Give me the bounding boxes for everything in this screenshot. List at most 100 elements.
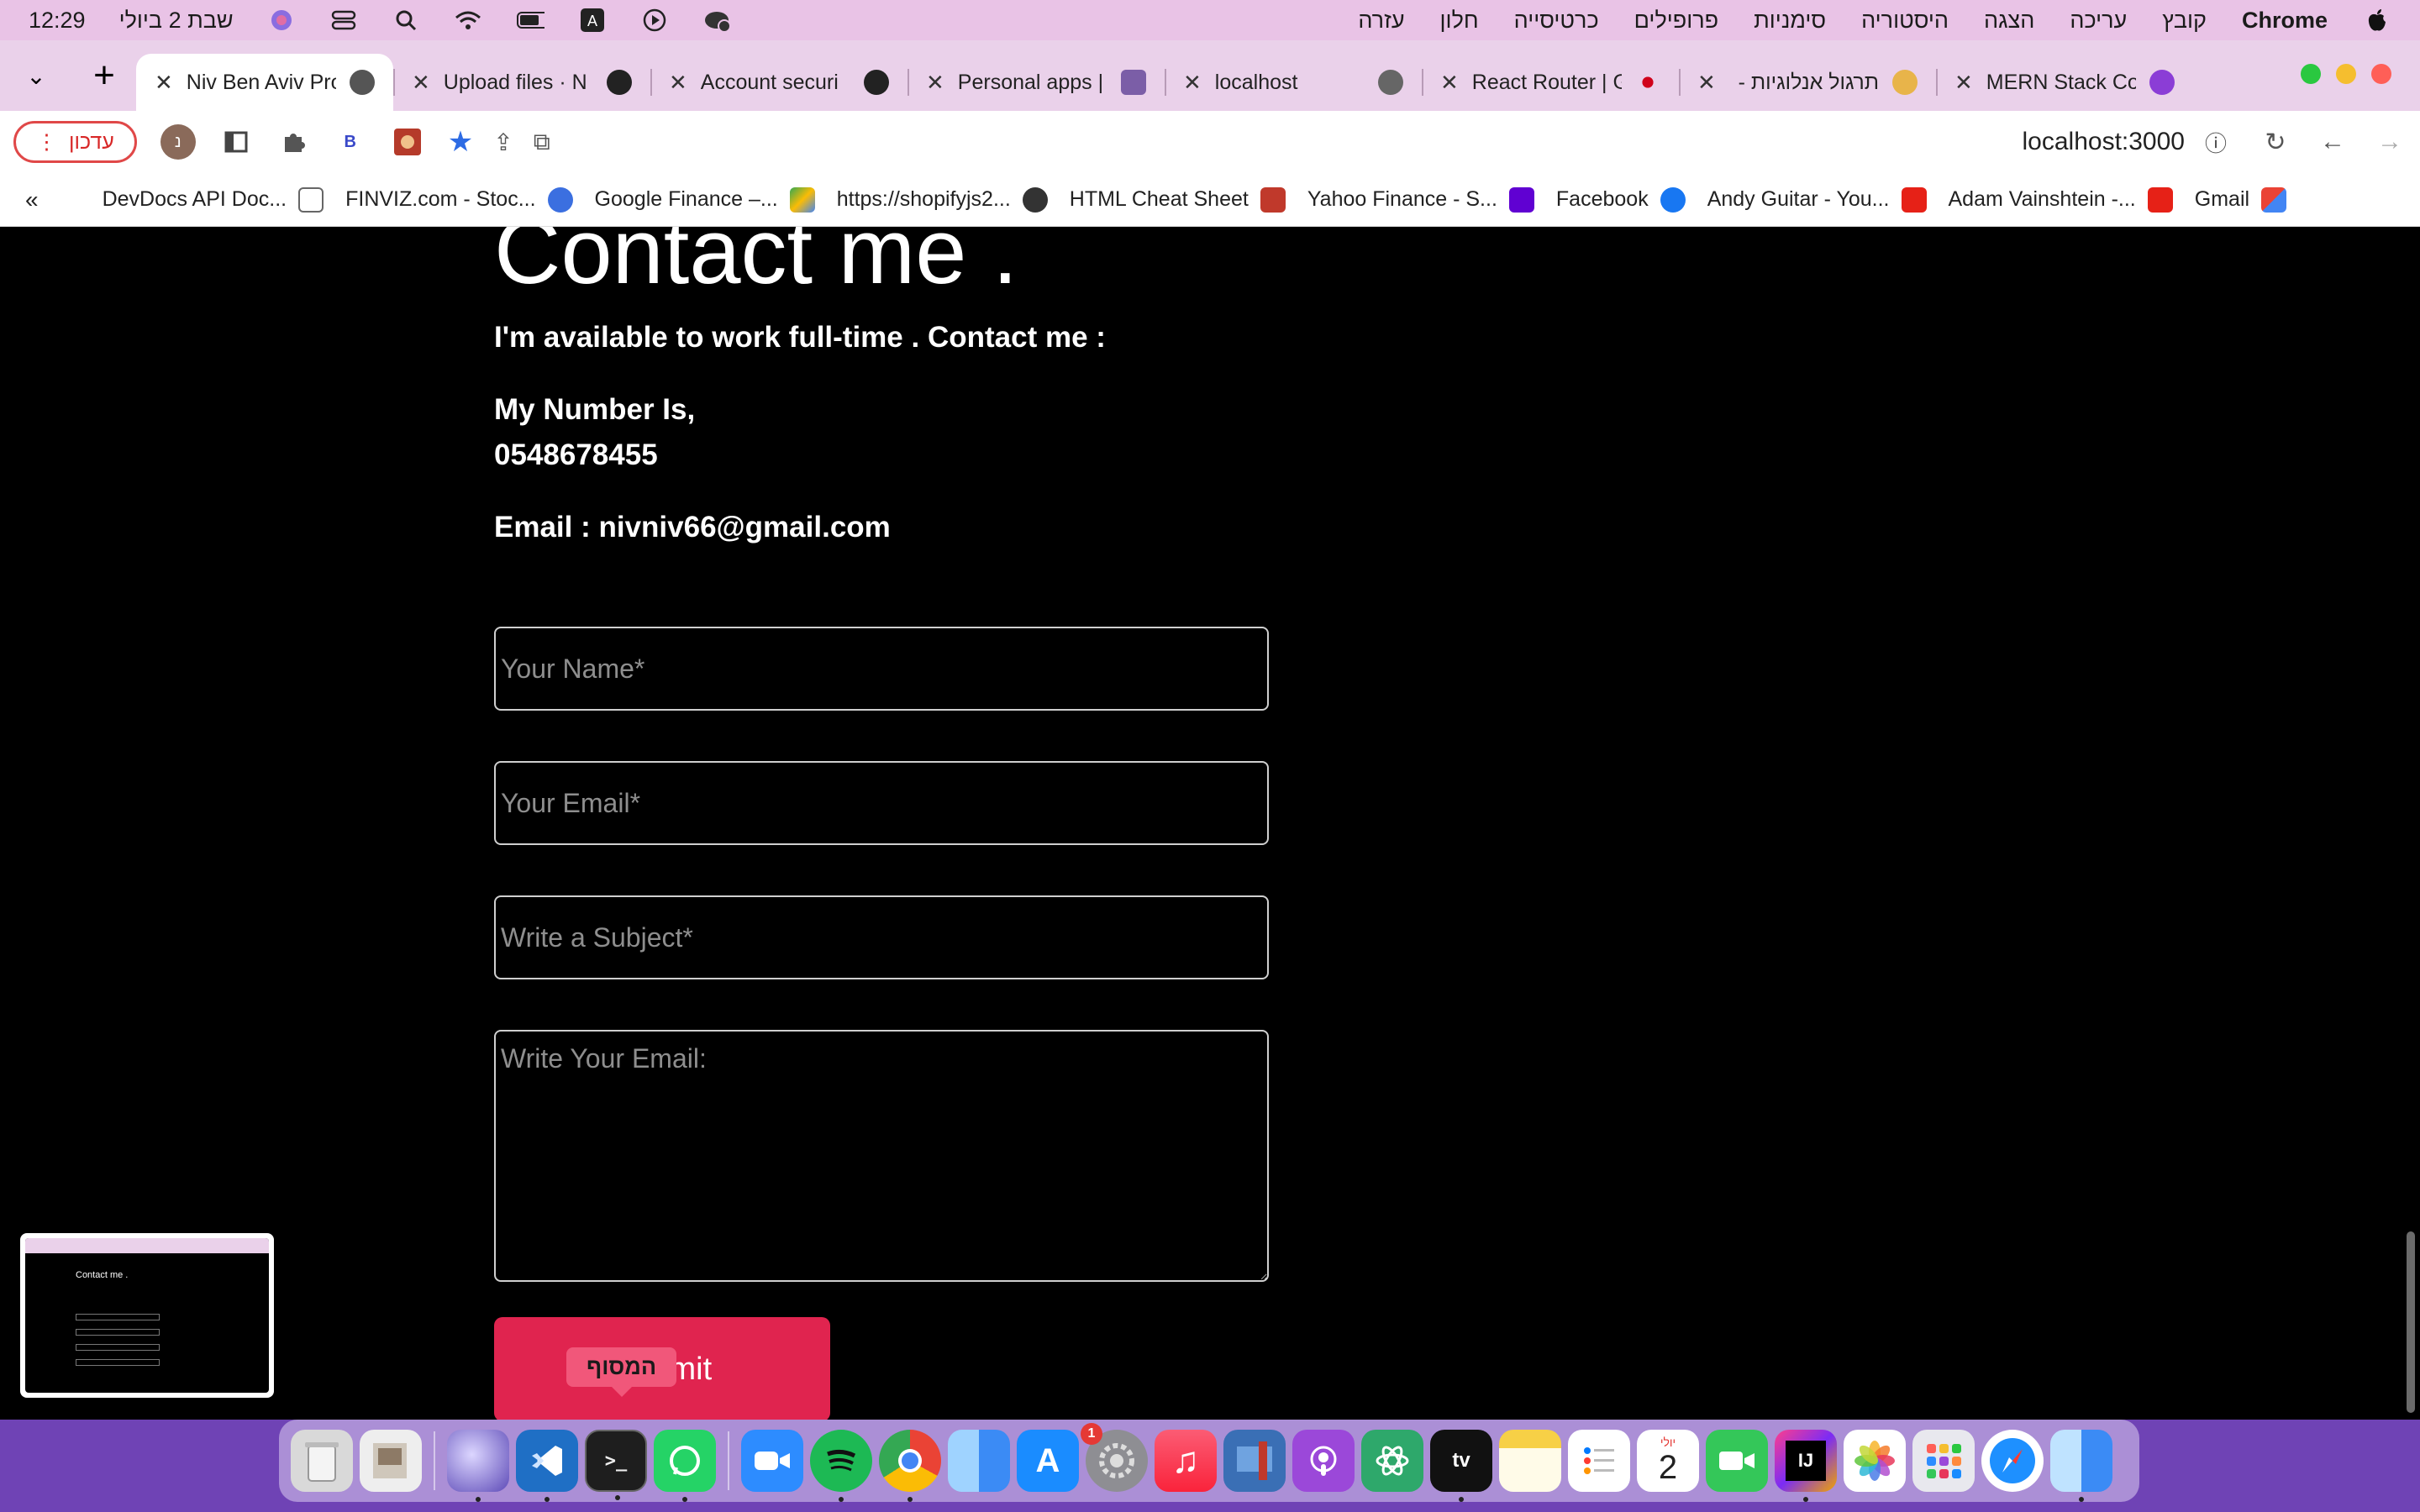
menubar-clock[interactable]: 12:29 xyxy=(29,8,86,34)
close-icon[interactable]: ✕ xyxy=(669,70,687,96)
menu-edit[interactable]: עריכה xyxy=(2070,8,2127,34)
menu-view[interactable]: הצגה xyxy=(1984,8,2034,34)
menubar-date[interactable]: שבת 2 ביולי xyxy=(119,8,234,34)
tab-analogies-practice[interactable]: ✕ תרגול אנלוגיות - xyxy=(1679,54,1936,111)
arc-browser-icon[interactable] xyxy=(447,1430,509,1502)
name-input[interactable] xyxy=(494,627,1269,711)
screenshot-thumbnail[interactable]: Contact me . xyxy=(20,1233,274,1398)
tab-account-security[interactable]: ✕ Account securi xyxy=(650,54,908,111)
apple-tv-icon[interactable]: tv xyxy=(1430,1430,1492,1502)
battery-icon[interactable] xyxy=(516,8,544,33)
site-info-icon[interactable]: ⓘ xyxy=(2205,127,2227,158)
system-settings-icon[interactable]: 1 xyxy=(1081,1423,1148,1492)
bookmark-andy-guitar[interactable]: Andy Guitar - You... xyxy=(1707,186,1927,213)
downloads-stack-icon[interactable] xyxy=(360,1430,422,1492)
bookmark-adam-vainshtein[interactable]: Adam Vainshtein -... xyxy=(1949,186,2173,213)
media-play-icon[interactable] xyxy=(640,8,669,33)
menu-bookmarks[interactable]: סימניות xyxy=(1754,8,1826,34)
menu-file[interactable]: קובץ xyxy=(2162,8,2207,34)
subject-input[interactable] xyxy=(494,895,1269,979)
minimize-button[interactable] xyxy=(2336,64,2356,84)
close-icon[interactable]: ✕ xyxy=(926,70,944,96)
apple-logo-icon[interactable] xyxy=(2363,8,2391,33)
address-bar[interactable]: ★ ⇪ ⧉ localhost:3000 ⓘ xyxy=(448,118,2235,165)
calendar-icon[interactable]: יולי 2 xyxy=(1637,1430,1699,1492)
bookmark-html-cheat-sheet[interactable]: HTML Cheat Sheet xyxy=(1070,186,1286,213)
siri-icon[interactable] xyxy=(267,8,296,33)
bookmark-google-finance[interactable]: Google Finance –... xyxy=(595,186,815,213)
podcasts-icon[interactable] xyxy=(1292,1430,1355,1492)
bookmark-shopifyjs[interactable]: https://shopifyjs2... xyxy=(837,186,1048,213)
tab-search-chevron-icon[interactable]: ⌄ xyxy=(0,40,72,111)
control-center-icon[interactable] xyxy=(329,8,358,33)
extension-red-icon[interactable] xyxy=(391,125,424,159)
intellij-icon[interactable]: IJ xyxy=(1775,1430,1837,1502)
email-input[interactable] xyxy=(494,761,1269,845)
notes-icon[interactable] xyxy=(1499,1430,1561,1492)
extensions-puzzle-icon[interactable] xyxy=(276,125,310,159)
bookmark-gmail[interactable]: Gmail xyxy=(2195,186,2287,213)
extension-b-icon[interactable]: B xyxy=(334,125,367,159)
menu-help[interactable]: עזרה xyxy=(1358,8,1404,34)
creative-cloud-icon[interactable] xyxy=(702,8,731,33)
chrome-icon[interactable] xyxy=(879,1430,941,1502)
menu-app-name[interactable]: Chrome xyxy=(2242,8,2328,34)
spotlight-search-icon[interactable] xyxy=(392,8,420,33)
facetime-icon[interactable] xyxy=(1706,1430,1768,1492)
side-panel-icon[interactable] xyxy=(219,125,253,159)
close-icon[interactable]: ✕ xyxy=(1440,70,1459,96)
tab-localhost[interactable]: ✕ localhost xyxy=(1165,54,1422,111)
url-text[interactable]: localhost:3000 xyxy=(2023,128,2185,156)
profile-avatar[interactable]: נ xyxy=(160,124,196,160)
wifi-icon[interactable] xyxy=(454,8,482,33)
tab-react-router[interactable]: ✕ React Router | G xyxy=(1422,54,1679,111)
bookmarks-overflow-icon[interactable]: « xyxy=(25,186,39,213)
zoom-icon[interactable] xyxy=(741,1430,803,1492)
launchpad-icon[interactable] xyxy=(1912,1430,1975,1492)
reminders-icon[interactable] xyxy=(1568,1430,1630,1492)
trash-icon[interactable] xyxy=(291,1430,353,1492)
close-icon[interactable]: ✕ xyxy=(412,70,430,96)
bookmark-yahoo-finance[interactable]: Yahoo Finance - S... xyxy=(1307,186,1534,213)
tab-niv-portfolio[interactable]: ✕ Niv Ben Aviv Pro xyxy=(136,54,393,111)
spotify-icon[interactable] xyxy=(810,1430,872,1502)
update-button[interactable]: ⋮ עדכון xyxy=(13,121,137,163)
bookmark-facebook[interactable]: Facebook xyxy=(1556,186,1686,213)
install-app-icon[interactable]: ⧉ xyxy=(534,129,550,156)
atom-icon[interactable] xyxy=(1361,1430,1423,1492)
new-tab-button[interactable]: + xyxy=(72,40,136,111)
music-icon[interactable]: ♫ xyxy=(1155,1430,1217,1492)
menu-window[interactable]: חלון xyxy=(1440,8,1479,34)
bookmark-devdocs[interactable]: DevDocs API Doc... xyxy=(103,186,324,213)
tab-mern-stack[interactable]: ✕ MERN Stack Co xyxy=(1936,54,2193,111)
safari-icon[interactable] xyxy=(1981,1430,2044,1492)
terminal-icon[interactable]: >_ xyxy=(585,1430,647,1500)
finder-icon[interactable] xyxy=(2050,1430,2112,1502)
page-scrollbar[interactable] xyxy=(2407,1231,2415,1413)
message-textarea[interactable] xyxy=(494,1030,1269,1282)
preview-icon[interactable] xyxy=(1223,1430,1286,1492)
close-icon[interactable]: ✕ xyxy=(1954,70,1973,96)
share-icon[interactable]: ⇪ xyxy=(493,129,513,156)
app-store-icon[interactable]: A xyxy=(1017,1430,1079,1492)
close-icon[interactable]: ✕ xyxy=(155,70,173,96)
whatsapp-icon[interactable] xyxy=(654,1430,716,1502)
close-window-button[interactable] xyxy=(2371,64,2391,84)
finder-icon[interactable] xyxy=(948,1430,1010,1492)
forward-arrow-icon[interactable]: → xyxy=(2373,125,2407,159)
menu-profiles[interactable]: פרופילים xyxy=(1634,8,1718,34)
input-source-icon[interactable]: A xyxy=(578,8,607,33)
vscode-icon[interactable] xyxy=(516,1430,578,1502)
photos-icon[interactable] xyxy=(1844,1430,1906,1492)
tab-upload-files[interactable]: ✕ Upload files · N xyxy=(393,54,650,111)
menu-history[interactable]: היסטוריה xyxy=(1861,8,1949,34)
close-icon[interactable]: ✕ xyxy=(1183,70,1202,96)
back-arrow-icon[interactable]: ← xyxy=(2316,125,2349,159)
maximize-button[interactable] xyxy=(2301,64,2321,84)
reload-icon[interactable]: ↻ xyxy=(2259,125,2292,159)
tab-personal-apps[interactable]: ✕ Personal apps | xyxy=(908,54,1165,111)
menu-tab[interactable]: כרטיסייה xyxy=(1514,8,1599,34)
bookmark-star-icon[interactable]: ★ xyxy=(448,125,473,159)
close-icon[interactable]: ✕ xyxy=(1697,70,1716,96)
bookmark-finviz[interactable]: FINVIZ.com - Stoc... xyxy=(345,186,573,213)
